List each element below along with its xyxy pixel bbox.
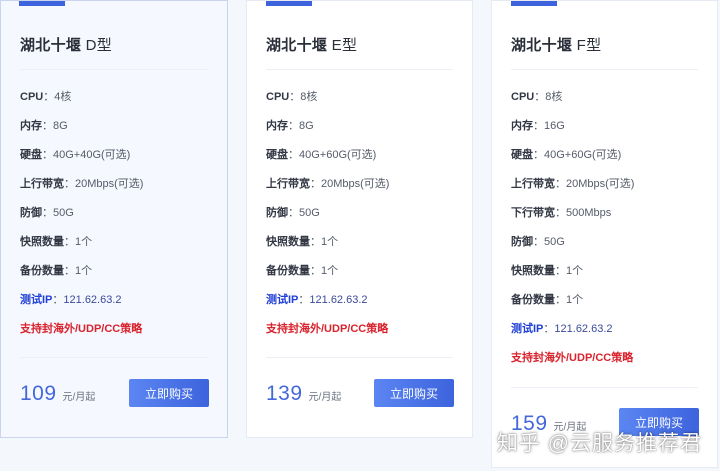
promo-text: 支持封海外/UDP/CC策略 bbox=[20, 323, 143, 335]
card-accent-bar bbox=[511, 1, 557, 6]
divider bbox=[20, 357, 208, 358]
spec-test-ip: 测试IP：121.62.63.2 bbox=[266, 294, 368, 306]
spec-memory: 内存：8G bbox=[266, 120, 314, 132]
pricing-page: 湖北十堰 D型 CPU：4核 内存：8G 硬盘：40G+40G(可选) 上行带宽… bbox=[0, 0, 720, 471]
promo-text: 支持封海外/UDP/CC策略 bbox=[511, 352, 634, 364]
zhihu-watermark: 知乎 @云服务推荐君 bbox=[496, 432, 702, 455]
plan-card-f: 湖北十堰 F型 CPU：8核 内存：16G 硬盘：40G+60G(可选) 上行带… bbox=[491, 0, 718, 468]
divider bbox=[511, 69, 698, 70]
plan-title: 湖北十堰 D型 bbox=[20, 37, 113, 54]
divider bbox=[266, 69, 453, 70]
spec-defense: 防御：50G bbox=[511, 236, 565, 248]
spec-cpu: CPU：8核 bbox=[266, 91, 318, 103]
spec-upstream-bandwidth: 上行带宽：20Mbps(可选) bbox=[266, 178, 390, 190]
price-amount: 139 bbox=[266, 382, 303, 405]
price: 139 元/月起 bbox=[266, 382, 341, 406]
spec-list: CPU：4核 内存：8G 硬盘：40G+40G(可选) 上行带宽：20Mbps(… bbox=[20, 89, 217, 350]
spec-backups: 备份数量：1个 bbox=[266, 265, 339, 277]
plan-card-d: 湖北十堰 D型 CPU：4核 内存：8G 硬盘：40G+40G(可选) 上行带宽… bbox=[0, 0, 228, 438]
plan-title: 湖北十堰 E型 bbox=[266, 37, 358, 54]
spec-backups: 备份数量：1个 bbox=[511, 294, 584, 306]
spec-test-ip: 测试IP：121.62.63.2 bbox=[20, 294, 122, 306]
plan-title: 湖北十堰 F型 bbox=[511, 37, 602, 54]
spec-memory: 内存：16G bbox=[511, 120, 565, 132]
buy-now-button[interactable]: 立即购买 bbox=[374, 379, 454, 407]
spec-cpu: CPU：8核 bbox=[511, 91, 563, 103]
spec-list: CPU：8核 内存：8G 硬盘：40G+60G(可选) 上行带宽：20Mbps(… bbox=[266, 89, 462, 350]
price-unit: 元/月起 bbox=[62, 392, 96, 403]
spec-memory: 内存：8G bbox=[20, 120, 68, 132]
price-amount: 109 bbox=[20, 382, 57, 405]
spec-upstream-bandwidth: 上行带宽：20Mbps(可选) bbox=[20, 178, 144, 190]
spec-snapshots: 快照数量：1个 bbox=[511, 265, 584, 277]
promo-text: 支持封海外/UDP/CC策略 bbox=[266, 323, 389, 335]
plan-card-e: 湖北十堰 E型 CPU：8核 内存：8G 硬盘：40G+60G(可选) 上行带宽… bbox=[246, 0, 473, 438]
spec-disk: 硬盘：40G+60G(可选) bbox=[266, 149, 377, 161]
spec-upstream-bandwidth: 上行带宽：20Mbps(可选) bbox=[511, 178, 635, 190]
spec-test-ip: 测试IP：121.62.63.2 bbox=[511, 323, 613, 335]
spec-disk: 硬盘：40G+60G(可选) bbox=[511, 149, 622, 161]
buy-now-button[interactable]: 立即购买 bbox=[129, 379, 209, 407]
price: 109 元/月起 bbox=[20, 382, 95, 406]
spec-downstream-bandwidth: 下行带宽：500Mbps bbox=[511, 207, 612, 219]
spec-defense: 防御：50G bbox=[20, 207, 74, 219]
spec-defense: 防御：50G bbox=[266, 207, 320, 219]
divider bbox=[266, 357, 453, 358]
spec-cpu: CPU：4核 bbox=[20, 91, 72, 103]
divider bbox=[20, 69, 208, 70]
spec-disk: 硬盘：40G+40G(可选) bbox=[20, 149, 131, 161]
spec-snapshots: 快照数量：1个 bbox=[20, 236, 93, 248]
divider bbox=[511, 387, 698, 388]
price-unit: 元/月起 bbox=[308, 392, 342, 403]
spec-list: CPU：8核 内存：16G 硬盘：40G+60G(可选) 上行带宽：20Mbps… bbox=[511, 89, 707, 379]
spec-backups: 备份数量：1个 bbox=[20, 265, 93, 277]
card-accent-bar bbox=[266, 1, 312, 6]
spec-snapshots: 快照数量：1个 bbox=[266, 236, 339, 248]
card-accent-bar bbox=[19, 1, 65, 6]
